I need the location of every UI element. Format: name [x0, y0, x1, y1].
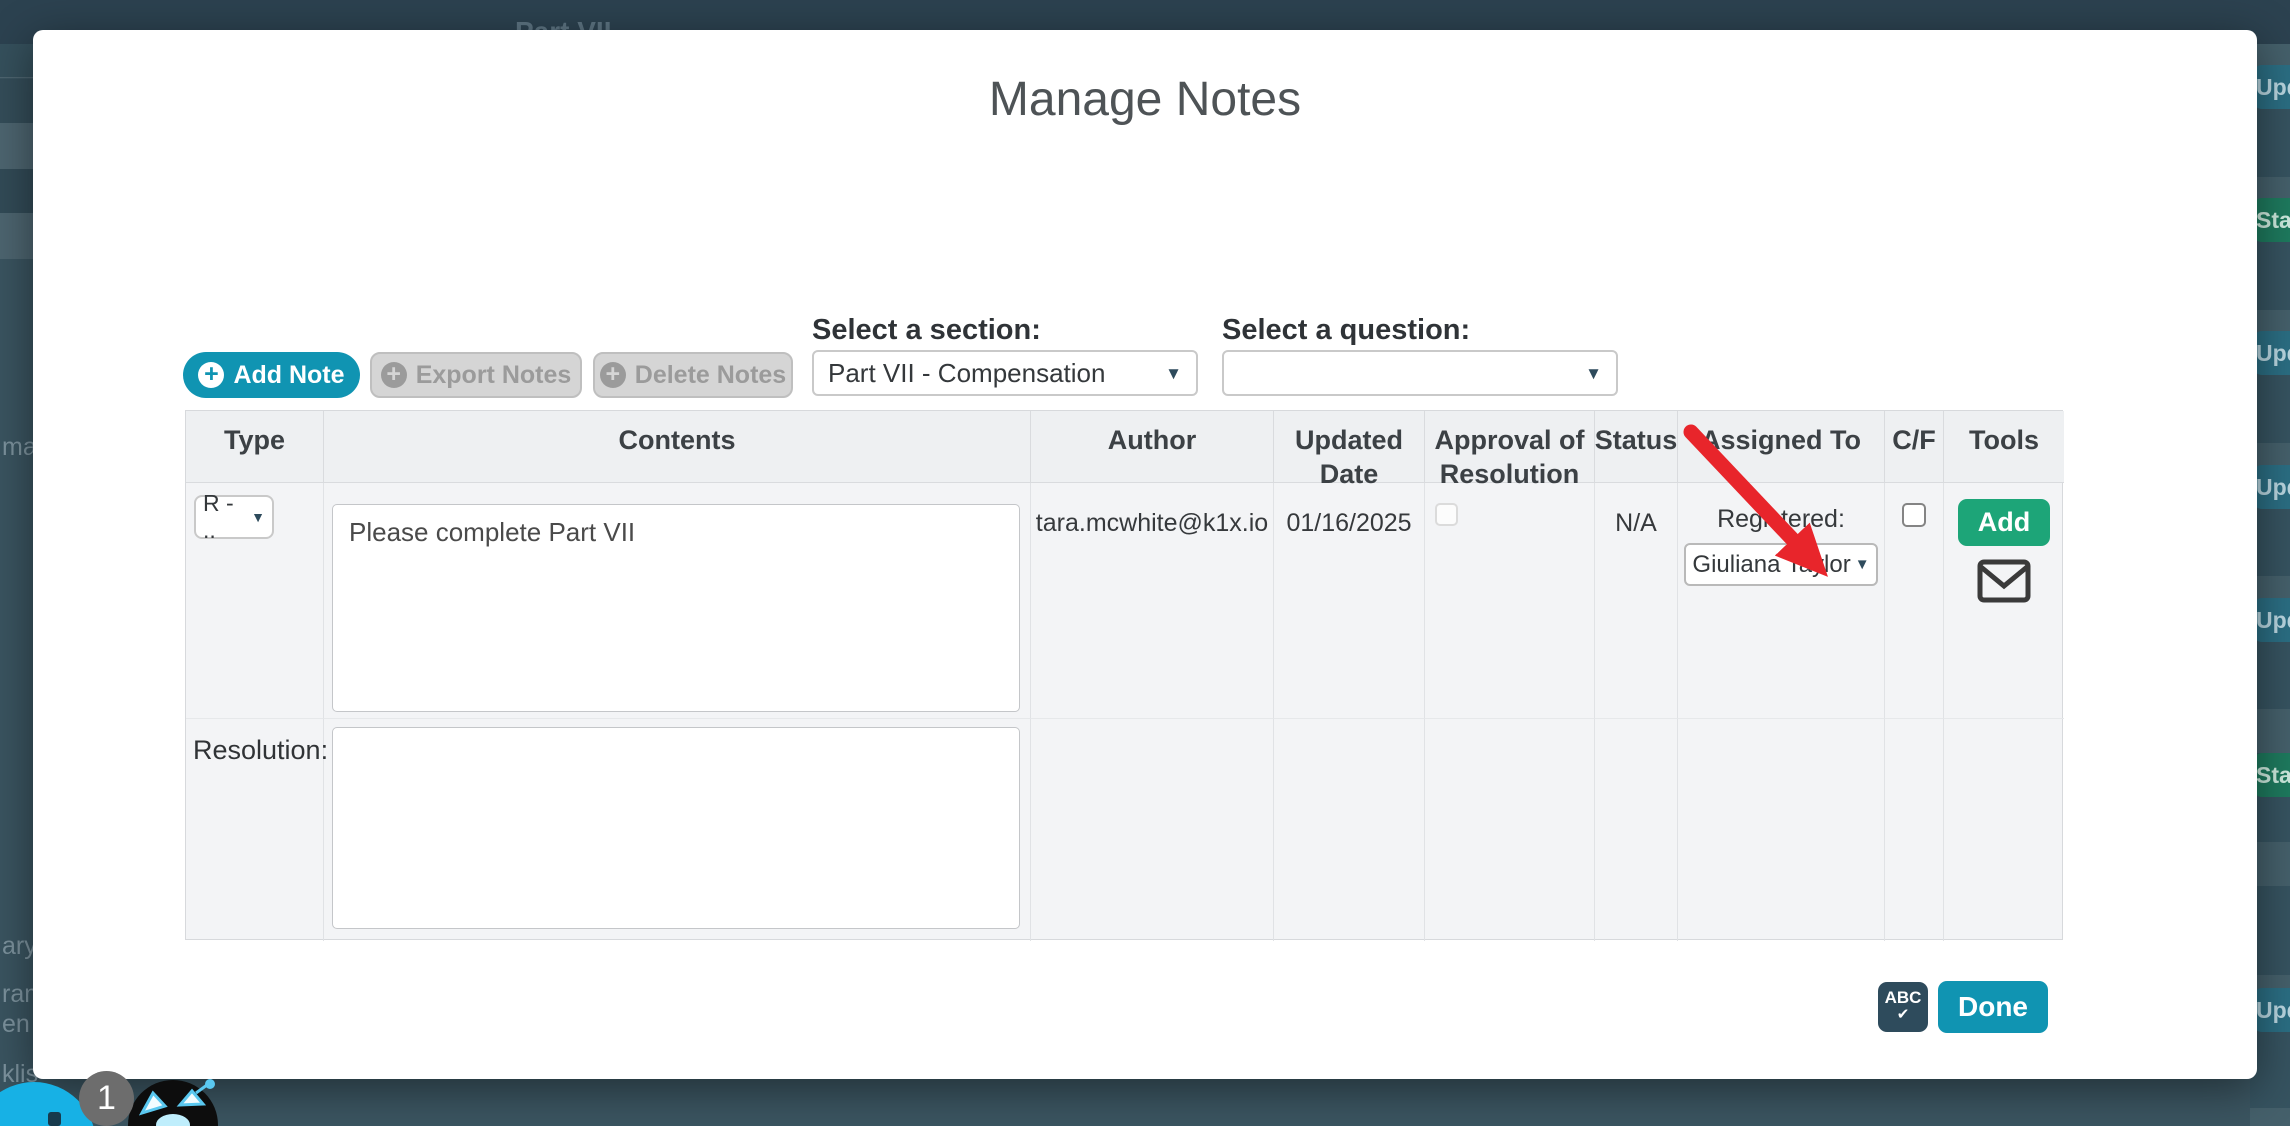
background-button-fragment: Upd [2253, 65, 2290, 109]
background-button-fragment: Star [2253, 198, 2290, 242]
contents-cell: Please complete Part VII [324, 483, 1031, 719]
column-header-updated-date: Updated Date [1274, 411, 1425, 483]
add-note-label: Add Note [233, 361, 344, 390]
caret-down-icon [1855, 557, 1870, 572]
column-header-contents: Contents [324, 411, 1031, 483]
caret-down-icon [1585, 365, 1602, 382]
plus-circle-icon [381, 362, 407, 388]
column-header-approval: Approval of Resolution [1425, 411, 1595, 483]
cf-cell [1885, 483, 1944, 719]
column-header-cf: C/F [1885, 411, 1944, 483]
approval-checkbox[interactable] [1435, 503, 1458, 526]
author-value: tara.mcwhite@k1x.io [1031, 509, 1273, 538]
notes-table: Type Contents Author Updated Date Approv… [185, 410, 2063, 940]
page-title: Manage Notes [33, 72, 2257, 127]
background-button-fragment: Upd [2253, 465, 2290, 509]
column-header-tools: Tools [1944, 411, 2064, 483]
empty-cell [1031, 719, 1274, 941]
column-header-author: Author [1031, 411, 1274, 483]
status-cell: N/A [1595, 483, 1678, 719]
resolution-contents-cell [324, 719, 1031, 941]
export-notes-label: Export Notes [416, 361, 572, 390]
note-type-select[interactable]: R - .. [194, 495, 274, 539]
background-button-fragment: Upd [2253, 331, 2290, 375]
section-select[interactable]: Part VII - Compensation [812, 350, 1198, 396]
add-assignment-button[interactable]: Add [1958, 499, 2050, 546]
assigned-to-select[interactable]: Giuliana Taylor [1684, 543, 1878, 586]
empty-cell [1274, 719, 1425, 941]
question-select[interactable] [1222, 350, 1618, 396]
empty-cell [1885, 719, 1944, 941]
background-button-fragment: Upd [2253, 988, 2290, 1032]
chat-bubble-mark [48, 1112, 61, 1126]
chat-notification-badge[interactable]: 1 [79, 1071, 134, 1126]
robot-cat-mascot-icon[interactable] [128, 1078, 220, 1126]
status-value: N/A [1595, 509, 1677, 538]
type-cell: R - .. [186, 483, 324, 719]
question-select-label: Select a question: [1222, 314, 1470, 347]
envelope-icon[interactable] [1977, 559, 2031, 603]
delete-notes-label: Delete Notes [635, 361, 786, 390]
approval-cell [1425, 483, 1595, 719]
tools-cell: Add [1944, 483, 2064, 719]
empty-cell [1595, 719, 1678, 941]
spellcheck-label: ABC [1878, 989, 1928, 1007]
column-header-type: Type [186, 411, 324, 483]
empty-cell [1425, 719, 1595, 941]
updated-date-value: 01/16/2025 [1274, 509, 1424, 538]
section-select-label: Select a section: [812, 314, 1041, 347]
assigned-to-cell: Registered: Giuliana Taylor [1678, 483, 1885, 719]
empty-cell [1678, 719, 1885, 941]
sidebar-item-fragment: ma [2, 433, 37, 462]
manage-notes-modal: Manage Notes Add Note Export Notes Delet… [33, 30, 2257, 1079]
delete-notes-button[interactable]: Delete Notes [593, 352, 793, 398]
author-cell: tara.mcwhite@k1x.io [1031, 483, 1274, 719]
updated-date-cell: 01/16/2025 [1274, 483, 1425, 719]
section-select-value: Part VII - Compensation [828, 358, 1105, 389]
sidebar-item-fragment: ary [2, 932, 37, 961]
sidebar-item-fragment: en [2, 1010, 30, 1039]
check-icon [1878, 1007, 1928, 1022]
assigned-to-label: Registered: [1678, 505, 1884, 534]
screen: Part VII - ma ary ram en klis Upd Star U… [0, 0, 2290, 1126]
column-header-assigned-to: Assigned To [1678, 411, 1885, 483]
export-notes-button[interactable]: Export Notes [370, 352, 582, 398]
plus-circle-icon [198, 362, 224, 388]
background-button-fragment: Star [2253, 753, 2290, 797]
cf-checkbox[interactable] [1902, 503, 1926, 527]
caret-down-icon [251, 510, 265, 524]
resolution-textarea[interactable] [332, 727, 1020, 929]
note-contents-textarea[interactable]: Please complete Part VII [332, 504, 1020, 712]
done-button[interactable]: Done [1938, 981, 2048, 1033]
note-type-value: R - .. [203, 490, 251, 544]
column-header-status: Status [1595, 411, 1678, 483]
spellcheck-button[interactable]: ABC [1878, 982, 1928, 1032]
plus-circle-icon [600, 362, 626, 388]
resolution-label: Resolution: [193, 735, 328, 765]
assigned-to-value: Giuliana Taylor [1692, 551, 1850, 579]
background-button-fragment: Upd [2253, 598, 2290, 642]
resolution-label-cell: Resolution: [186, 719, 324, 941]
empty-cell [1944, 719, 2064, 941]
add-note-button[interactable]: Add Note [183, 352, 360, 398]
caret-down-icon [1165, 365, 1182, 382]
